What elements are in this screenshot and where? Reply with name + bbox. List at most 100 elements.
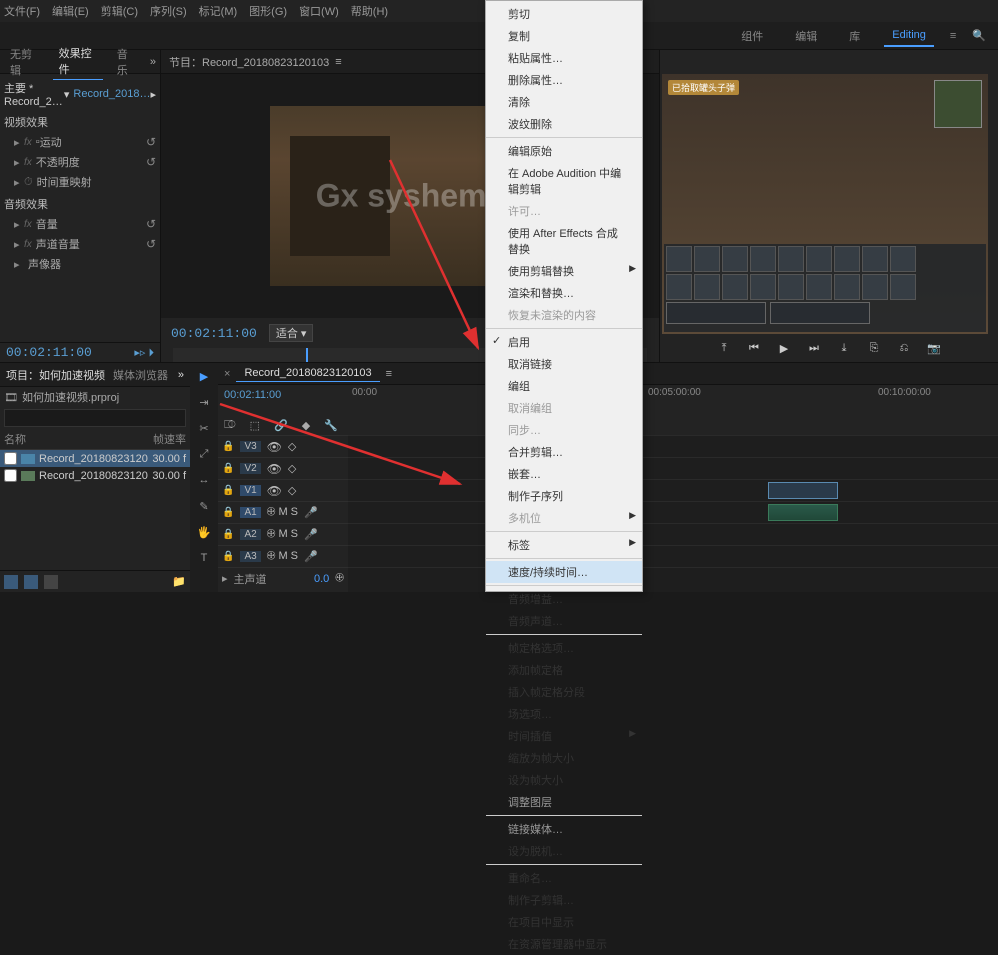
menu-item[interactable]: 序列(S) [150, 3, 187, 19]
effect-channel-volume[interactable]: ▸fx声道音量↺ [4, 234, 156, 254]
menu-item[interactable]: 复制 [486, 25, 642, 47]
icon-view-icon[interactable] [24, 575, 38, 589]
menu-item[interactable]: 渲染和替换… [486, 282, 642, 304]
search-icon[interactable]: 🔍 [972, 29, 986, 42]
reset-icon[interactable]: ↺ [146, 155, 156, 169]
effect-panner[interactable]: ▸ 声像器 [4, 254, 156, 274]
effect-opacity[interactable]: ▸fx不透明度↺ [4, 152, 156, 172]
track-select-tool[interactable]: ⇥ [195, 393, 213, 411]
mic-icon[interactable]: 🎤 [304, 506, 318, 519]
selection-tool[interactable]: ▶ [195, 367, 213, 385]
reset-icon[interactable]: ↺ [146, 217, 156, 231]
project-item-clip[interactable]: Record_20180823120103.m 30.00 f [0, 467, 190, 484]
settings-icon[interactable]: 🔧 [324, 419, 338, 432]
pen-tool[interactable]: ✎ [195, 497, 213, 515]
tab-media-browser[interactable]: 媒体浏览器 [113, 367, 168, 383]
menu-item[interactable]: 音频声道… [486, 610, 642, 632]
menu-item[interactable]: 时间插值▶ [486, 725, 642, 747]
menu-item[interactable]: 删除属性… [486, 69, 642, 91]
video-clip-3[interactable] [768, 482, 838, 499]
track-lanes[interactable]: fx Record_201808231201 fx Rec fx fx [348, 435, 998, 592]
menu-item[interactable]: 缩放为帧大小 [486, 747, 642, 769]
razor-tool[interactable]: ⤢ [195, 445, 213, 463]
nest-icon[interactable]: ⎄ [224, 419, 236, 432]
menu-item[interactable]: 编辑原始 [486, 140, 642, 162]
timeline-tab[interactable]: Record_20180823120103 [236, 365, 379, 382]
menu-item[interactable]: 编辑(E) [52, 3, 89, 19]
menu-item[interactable]: 在项目中显示 [486, 911, 642, 933]
menu-item[interactable]: 插入帧定格分段 [486, 681, 642, 703]
extract-icon[interactable]: ⎌ [895, 342, 913, 355]
lock-icon[interactable]: 🔒 [222, 529, 234, 540]
menu-item[interactable]: 在 Adobe Audition 中编辑剪辑 [486, 162, 642, 200]
project-search-input[interactable] [4, 409, 186, 427]
menu-item[interactable]: 取消链接 [486, 353, 642, 375]
export-frame-icon[interactable]: 📷 [925, 342, 943, 355]
item-checkbox[interactable] [4, 469, 17, 482]
panel-menu-icon[interactable]: » [150, 56, 156, 68]
effect-motion[interactable]: ▸fx▫ 运动↺ [4, 132, 156, 152]
track-a3[interactable]: 🔒A3🕀 M S🎤 [218, 545, 348, 567]
play-icon[interactable]: ▶ [775, 342, 793, 355]
menu-item[interactable]: 编组 [486, 375, 642, 397]
list-view-icon[interactable] [4, 575, 18, 589]
eye-icon[interactable]: 👁 [267, 440, 282, 454]
menu-item[interactable]: 帮助(H) [351, 3, 388, 19]
slip-tool[interactable]: ↔ [195, 471, 213, 489]
menu-item[interactable]: 启用✓ [486, 331, 642, 353]
hand-tool[interactable]: 🖐 [195, 523, 213, 541]
timeline-ruler[interactable]: 00:00 00:05:00:00 00:10:00:00 00:15:00:0… [348, 385, 998, 415]
menu-item[interactable]: 图形(G) [249, 3, 287, 19]
menu-item[interactable]: 场选项… [486, 703, 642, 725]
step-forward-icon[interactable]: ⏭ [805, 342, 823, 355]
menu-item[interactable]: 使用剪辑替换▶ [486, 260, 642, 282]
menu-item[interactable]: 添加帧定格 [486, 659, 642, 681]
type-tool[interactable]: T [195, 549, 213, 567]
workspace-tab-active[interactable]: Editing [884, 25, 934, 47]
lock-icon[interactable]: 🔒 [222, 507, 234, 518]
track-v2[interactable]: 🔒V2👁◇ [218, 457, 348, 479]
effect-time-remap[interactable]: ▸⏱时间重映射 [4, 172, 156, 192]
eye-icon[interactable]: 👁 [267, 462, 282, 476]
effect-volume[interactable]: ▸fx音量↺ [4, 214, 156, 234]
menu-item[interactable]: 剪切 [486, 3, 642, 25]
lock-icon[interactable]: 🔒 [222, 485, 234, 496]
menu-item[interactable]: 制作子剪辑… [486, 889, 642, 911]
menu-item[interactable]: 合并剪辑… [486, 441, 642, 463]
track-v3[interactable]: 🔒V3👁◇ [218, 435, 348, 457]
menu-item[interactable]: 音频增益… [486, 588, 642, 610]
program-timecode[interactable]: 00:02:11:00 [171, 326, 257, 341]
menu-item[interactable]: 嵌套… [486, 463, 642, 485]
menu-item[interactable]: 重命名… [486, 867, 642, 889]
workspace-menu-icon[interactable]: ≡ [950, 30, 956, 42]
track-master[interactable]: ▸ 主声道0.0🕀 [218, 567, 348, 589]
ripple-tool[interactable]: ✂ [195, 419, 213, 437]
menu-item[interactable]: 在资源管理器中显示 [486, 933, 642, 955]
chevron-down-icon[interactable]: ▾ [64, 88, 70, 101]
menu-item[interactable]: 速度/持续时间… [486, 561, 642, 583]
track-a1[interactable]: 🔒A1🕀 M S🎤 [218, 501, 348, 523]
mark-out-icon[interactable]: ⤓ [835, 342, 853, 355]
lock-icon[interactable]: 🔒 [222, 463, 234, 474]
menu-item[interactable]: 标签▶ [486, 534, 642, 556]
workspace-tab[interactable]: 组件 [733, 24, 771, 48]
reset-icon[interactable]: ↺ [146, 237, 156, 251]
mark-in-icon[interactable]: ⤒ [715, 342, 733, 355]
panel-menu-icon[interactable]: ≡ [386, 368, 392, 380]
freeform-view-icon[interactable] [44, 575, 58, 589]
menu-item[interactable]: 文件(F) [4, 3, 40, 19]
lock-icon[interactable]: 🔒 [222, 441, 234, 452]
reset-icon[interactable]: ↺ [146, 135, 156, 149]
marker-icon[interactable]: ◆ [302, 419, 310, 432]
menu-item[interactable]: 窗口(W) [299, 3, 339, 19]
menu-item[interactable]: 帧定格选项… [486, 637, 642, 659]
workspace-tab[interactable]: 库 [841, 24, 868, 48]
tab-project[interactable]: 项目：如何加速视频 [6, 367, 105, 383]
menu-item[interactable]: 粘贴属性… [486, 47, 642, 69]
panel-menu-icon[interactable]: » [178, 369, 184, 381]
linked-selection-icon[interactable]: 🔗 [274, 419, 288, 432]
menu-item[interactable]: 标记(M) [199, 3, 238, 19]
audio-clip-3[interactable] [768, 504, 838, 521]
menu-item[interactable]: 设为帧大小 [486, 769, 642, 791]
keyframe-nav[interactable]: ▸▹ ⏵ [134, 346, 154, 360]
